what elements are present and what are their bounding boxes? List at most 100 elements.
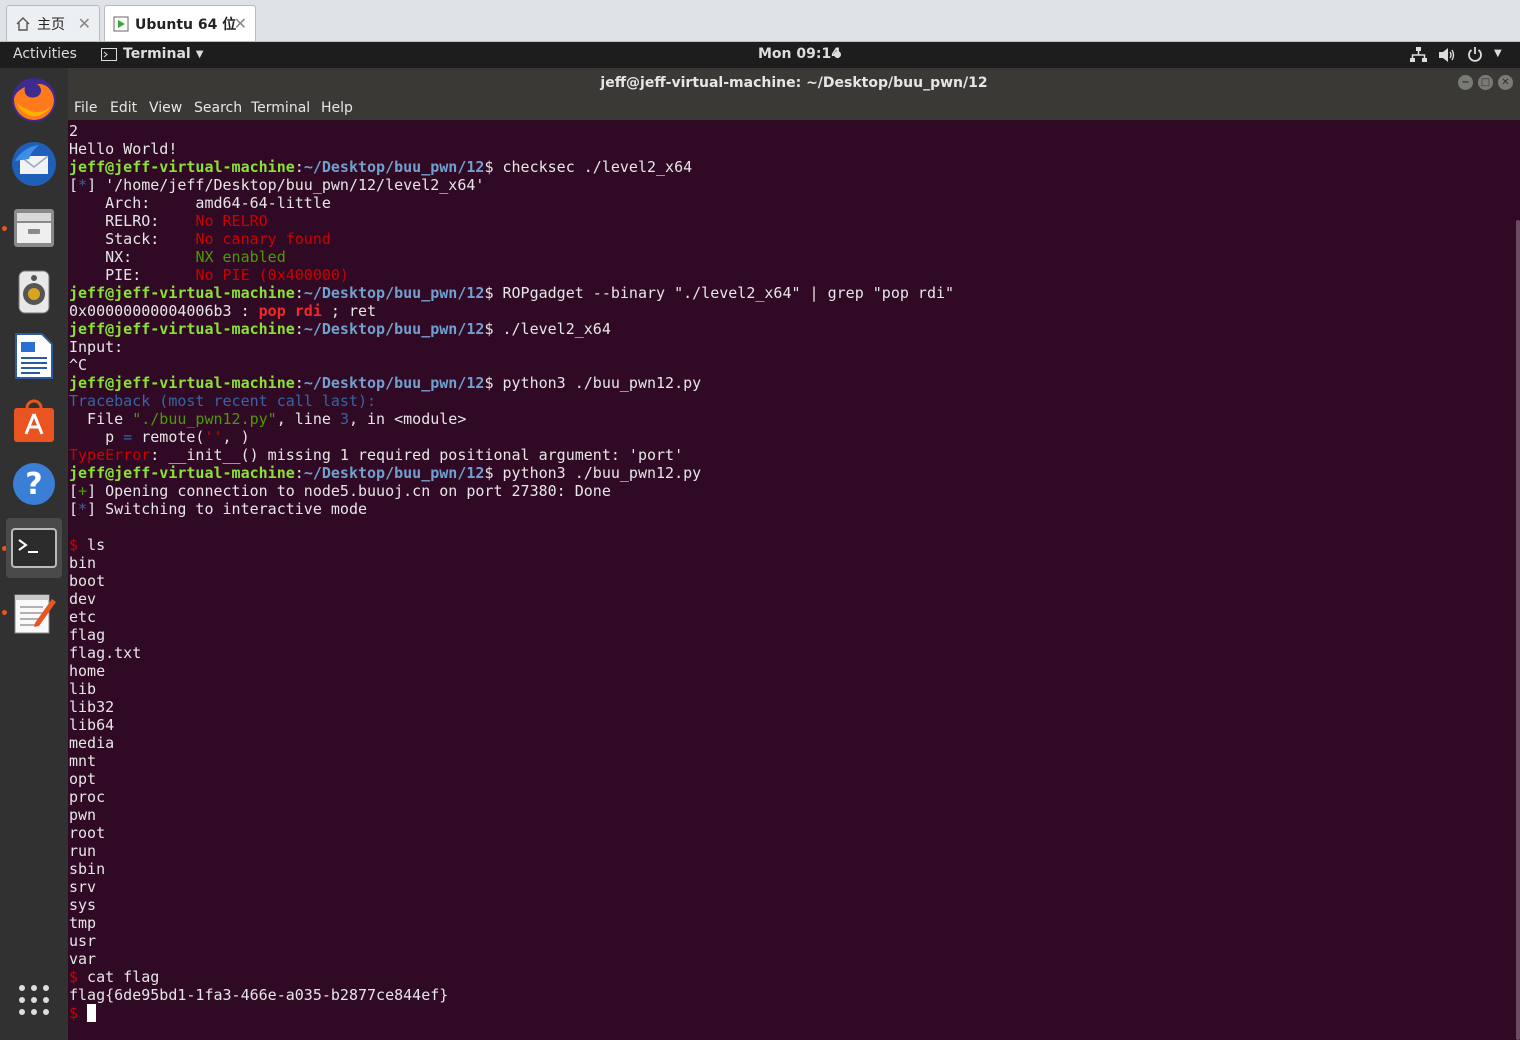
terminal-text-segment: jeff@jeff-virtual-machine	[69, 374, 295, 392]
terminal-line: lib	[69, 680, 954, 698]
power-icon[interactable]	[1467, 46, 1483, 66]
network-icon[interactable]	[1410, 47, 1427, 67]
terminal-line: flag	[69, 626, 954, 644]
terminal-text-segment: No PIE (0x400000)	[195, 266, 349, 284]
top-bar: Activities Terminal ▼ Mon 09:14 ▼	[0, 42, 1520, 68]
terminal-text-segment: 0x00000000004006b3 :	[69, 302, 259, 320]
menu-search[interactable]: Search	[194, 100, 242, 116]
terminal-text-segment: ^C	[69, 356, 88, 374]
terminal-text-segment: sbin	[69, 860, 106, 878]
menu-edit[interactable]: Edit	[110, 100, 137, 116]
minimize-icon[interactable]: −	[1458, 75, 1473, 90]
terminal-text-segment: : __init__() missing 1 required position…	[150, 446, 684, 464]
terminal-text-segment: proc	[69, 788, 106, 806]
terminal-text-segment: root	[69, 824, 106, 842]
clock[interactable]: Mon 09:14	[758, 46, 841, 62]
host-tab-home[interactable]: 主页 ✕	[6, 5, 100, 41]
show-applications-button[interactable]	[6, 972, 62, 1028]
terminal-text-segment: NX enabled	[195, 248, 286, 266]
terminal-output[interactable]: 2 Hello World! jeff@jeff-virtual-machine:~…	[68, 120, 1520, 1040]
menu-help[interactable]: Help	[321, 100, 353, 116]
terminal-line: tmp	[69, 914, 954, 932]
menu-terminal[interactable]: Terminal	[251, 100, 310, 116]
terminal-line: TypeError: __init__() missing 1 required…	[69, 446, 954, 464]
terminal-text-segment: $ checksec ./level2_x64	[484, 158, 693, 176]
terminal-line: opt	[69, 770, 954, 788]
terminal-line: proc	[69, 788, 954, 806]
terminal-text-segment: ~/Desktop/buu_pwn/12	[303, 284, 485, 302]
window-titlebar[interactable]: jeff@jeff-virtual-machine: ~/Desktop/buu…	[68, 68, 1520, 98]
activities-button[interactable]: Activities	[13, 46, 77, 62]
terminal-line: var	[69, 950, 954, 968]
terminal-text-segment: ~/Desktop/buu_pwn/12	[303, 320, 485, 338]
scrollbar[interactable]	[1516, 220, 1520, 1040]
terminal-text-segment: Input:	[69, 338, 124, 356]
terminal-text-segment: ] Opening connection to node5.buuoj.cn o…	[87, 482, 611, 500]
terminal-text-segment: =	[123, 428, 133, 446]
close-icon[interactable]: ✕	[78, 14, 91, 33]
terminal-text-segment: 3	[339, 410, 349, 428]
terminal-text-segment: dev	[69, 590, 97, 608]
dock-app-files[interactable]	[6, 200, 62, 256]
host-tab-strip: 主页 ✕ Ubuntu 64 位 ✕	[0, 0, 1520, 42]
terminal-text-segment: [	[69, 482, 79, 500]
terminal-text-segment: 2	[69, 122, 79, 140]
menu-view[interactable]: View	[149, 100, 182, 116]
dock-app-thunderbird[interactable]	[6, 136, 62, 192]
terminal-line: Traceback (most recent call last):	[69, 392, 954, 410]
terminal-text-segment: jeff@jeff-virtual-machine	[69, 284, 295, 302]
maximize-icon[interactable]: □	[1478, 75, 1493, 90]
volume-icon[interactable]	[1438, 47, 1456, 67]
terminal-text-segment: pop rdi	[258, 302, 322, 320]
dock-app-firefox[interactable]	[6, 72, 62, 128]
terminal-line: Input:	[69, 338, 954, 356]
host-tab-label: 主页	[37, 16, 65, 33]
terminal-line: ^C	[69, 356, 954, 374]
terminal-text-segment: NX:	[69, 248, 196, 266]
terminal-text-segment: mnt	[69, 752, 97, 770]
terminal-text-segment: ~/Desktop/buu_pwn/12	[303, 374, 485, 392]
terminal-line: boot	[69, 572, 954, 590]
dock-app-help[interactable]: ?	[6, 456, 62, 512]
terminal-text-segment: flag{6de95bd1-1fa3-466e-a035-b2877ce844e…	[69, 986, 449, 1004]
terminal-cursor	[87, 1004, 97, 1022]
dock-app-software[interactable]	[6, 392, 62, 448]
software-store-icon	[14, 399, 54, 442]
terminal-text-segment: , in <module>	[348, 410, 467, 428]
terminal-text-segment: ] Switching to interactive mode	[87, 500, 368, 518]
terminal-text-segment: , line	[276, 410, 340, 428]
dock-app-writer[interactable]	[6, 328, 62, 384]
terminal-text-segment: jeff@jeff-virtual-machine	[69, 464, 295, 482]
grid-icon	[19, 985, 49, 1015]
terminal-line: [*] Switching to interactive mode	[69, 500, 954, 518]
terminal-text-segment: *	[78, 500, 88, 518]
close-icon[interactable]: ✕	[1498, 75, 1513, 90]
menu-file[interactable]: File	[74, 100, 97, 116]
terminal-line: media	[69, 734, 954, 752]
close-icon[interactable]: ✕	[234, 14, 247, 33]
terminal-line: $	[69, 1004, 954, 1022]
terminal-line: srv	[69, 878, 954, 896]
terminal-text-segment: "./buu_pwn12.py"	[132, 410, 277, 428]
terminal-text-segment: run	[69, 842, 97, 860]
terminal-line: flag.txt	[69, 644, 954, 662]
dock-app-rhythmbox[interactable]	[6, 264, 62, 320]
chevron-down-icon[interactable]: ▼	[1494, 48, 1502, 59]
terminal-text-segment: ''	[204, 428, 223, 446]
terminal-line: jeff@jeff-virtual-machine:~/Desktop/buu_…	[69, 464, 954, 482]
terminal-text-segment: lib32	[69, 698, 115, 716]
firefox-icon	[12, 78, 56, 122]
terminal-text-segment: flag	[69, 626, 106, 644]
dock-app-terminal[interactable]	[6, 518, 62, 578]
terminal-line: bin	[69, 554, 954, 572]
terminal-text-segment: ls	[78, 536, 106, 554]
terminal-line: root	[69, 824, 954, 842]
terminal-line: 2	[69, 122, 954, 140]
host-tab-ubuntu[interactable]: Ubuntu 64 位 ✕	[104, 5, 256, 41]
dock-app-text-editor[interactable]	[6, 584, 62, 640]
app-menu-button[interactable]: Terminal ▼	[101, 46, 203, 62]
terminal-text-segment: Hello World!	[69, 140, 178, 158]
terminal-text-segment: ; ret	[321, 302, 377, 320]
terminal-text-segment: remote(	[132, 428, 205, 446]
terminal-line: p = remote('', )	[69, 428, 954, 446]
